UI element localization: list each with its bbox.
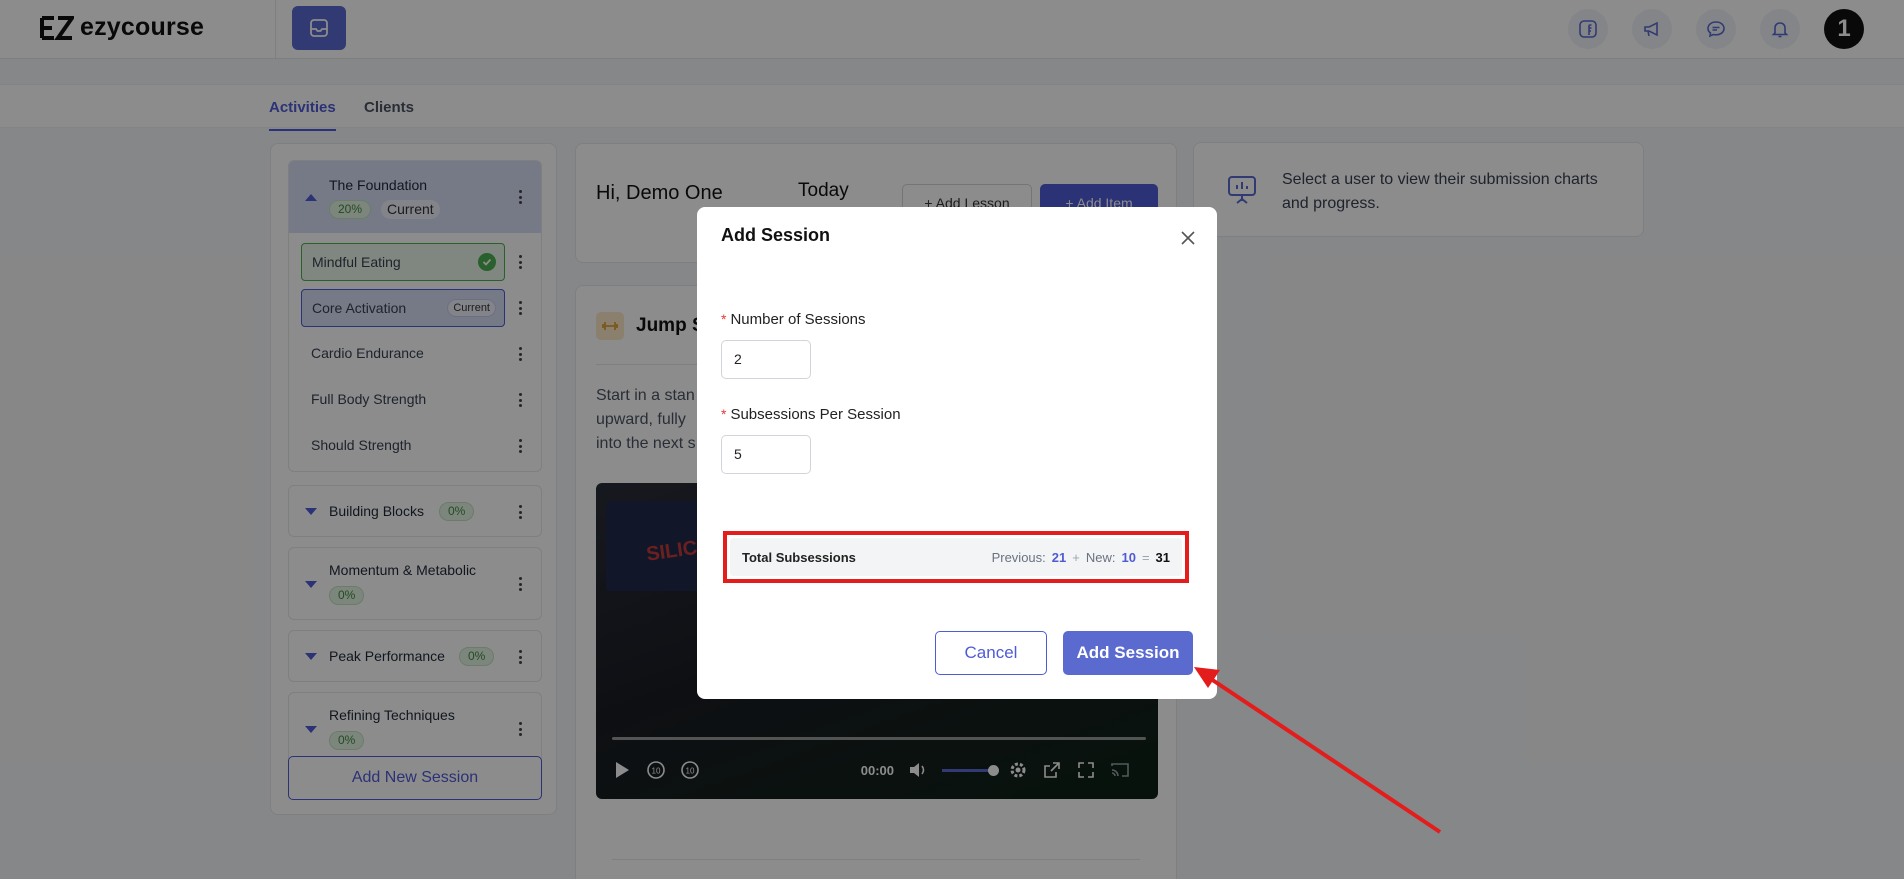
subsessions-per-session-label: * Subsessions Per Session — [721, 406, 901, 423]
add-session-button[interactable]: Add Session — [1063, 631, 1193, 675]
field-label-text: Subsessions Per Session — [730, 406, 901, 423]
add-session-modal: Add Session * Number of Sessions 2 * Subse… — [697, 207, 1217, 699]
required-marker: * — [721, 406, 727, 422]
subsessions-per-session-input[interactable]: 5 — [721, 435, 811, 474]
number-of-sessions-input[interactable]: 2 — [721, 340, 811, 379]
number-of-sessions-label: * Number of Sessions — [721, 311, 866, 328]
required-marker: * — [721, 311, 727, 327]
close-icon[interactable] — [1179, 229, 1197, 247]
modal-title: Add Session — [721, 225, 831, 245]
field-label-text: Number of Sessions — [730, 311, 866, 328]
cancel-button[interactable]: Cancel — [935, 631, 1047, 675]
annotation-highlight-box — [723, 531, 1189, 583]
